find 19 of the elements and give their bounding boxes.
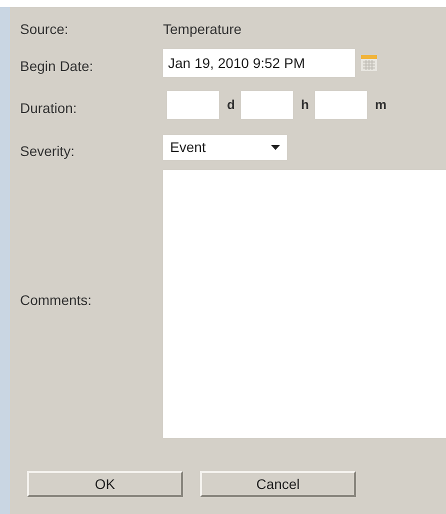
duration-field[interactable] [167, 91, 219, 119]
unit-label: d [226, 96, 236, 114]
duration-label: Duration: [20, 99, 78, 118]
calendar-icon[interactable] [361, 55, 377, 71]
duration-field[interactable] [241, 91, 293, 119]
unit-label: m [374, 96, 388, 114]
begin-date-label: Begin Date: [20, 57, 94, 76]
cancel-button[interactable]: Cancel [200, 471, 356, 497]
comments-label: Comments: [20, 290, 93, 310]
severity-label: Severity: [20, 142, 76, 161]
ok-button[interactable]: OK [27, 471, 183, 497]
comments-field[interactable] [163, 170, 446, 438]
source-value: Temperature [163, 20, 243, 37]
date-field[interactable]: Jan 19, 2010 9:52 PM [163, 49, 355, 77]
duration-field[interactable] [315, 91, 367, 119]
source-label: Source: [20, 20, 70, 37]
unit-label: h [300, 96, 310, 114]
severity-dropdown[interactable]: Event [163, 135, 287, 160]
caret-icon [271, 145, 280, 150]
